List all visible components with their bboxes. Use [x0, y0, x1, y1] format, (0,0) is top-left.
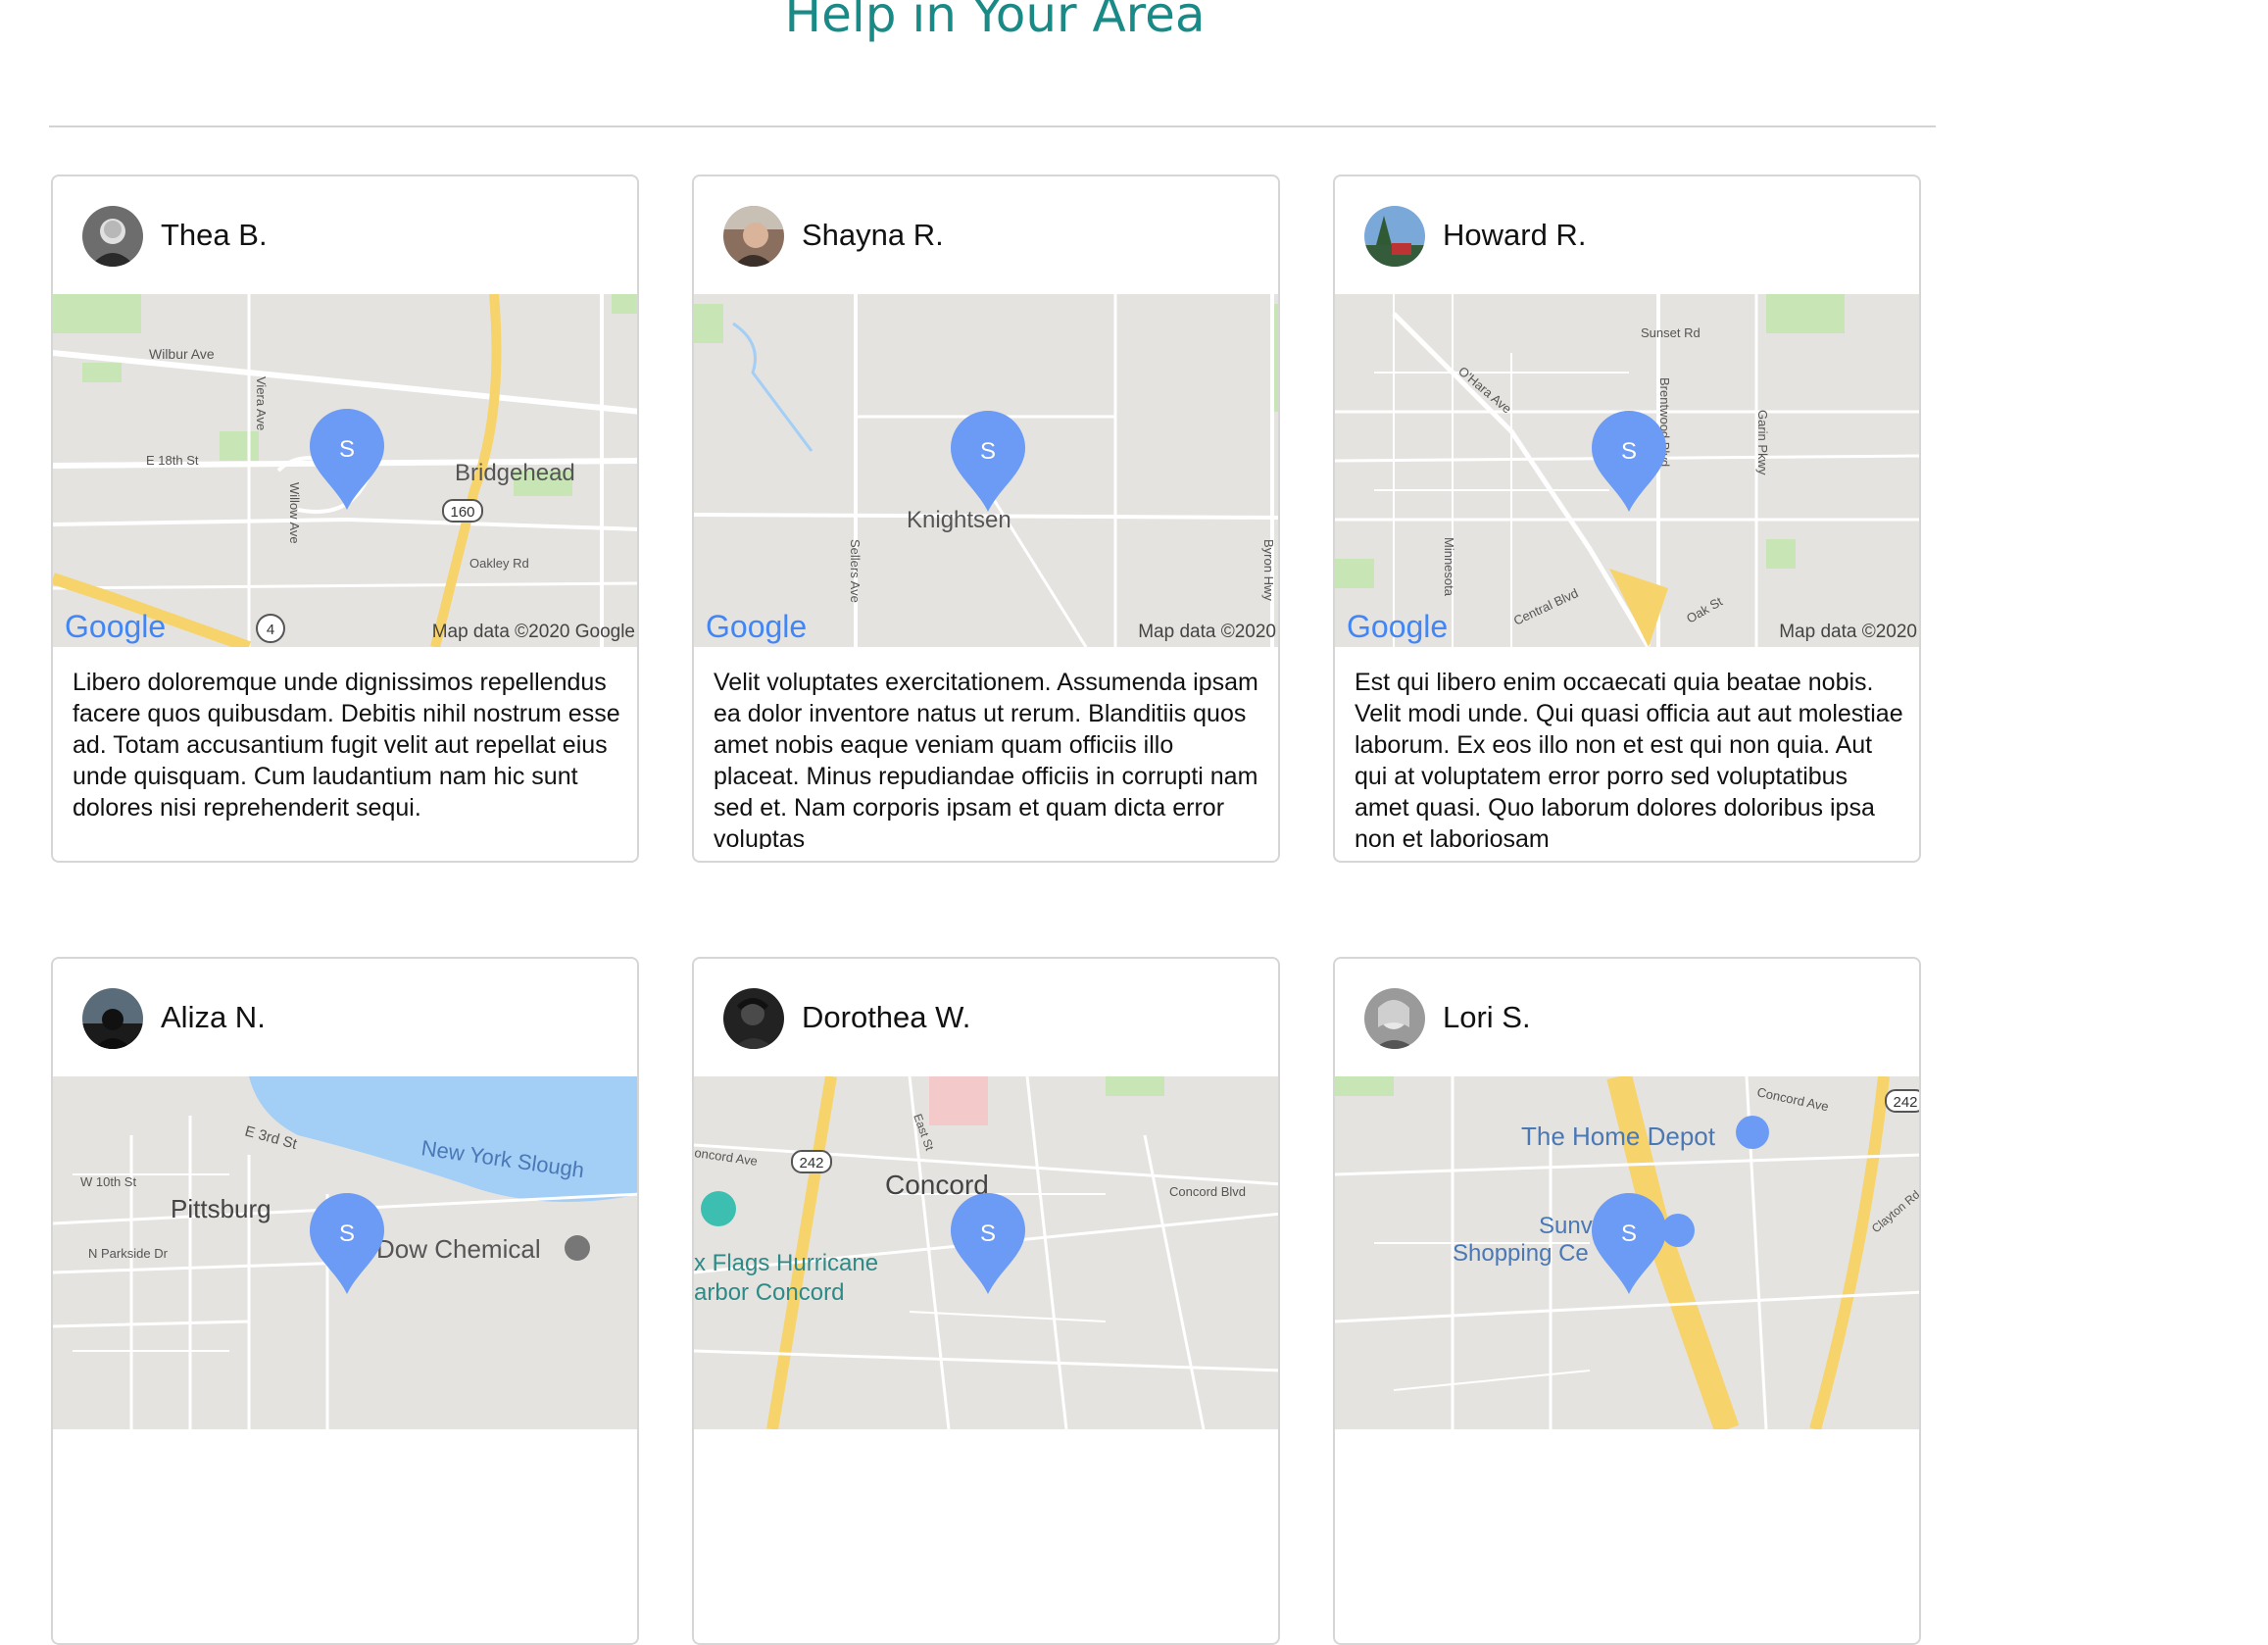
google-logo: Google	[65, 609, 166, 644]
helper-name[interactable]: Shayna R.	[802, 218, 944, 253]
svg-text:242: 242	[799, 1155, 823, 1171]
map-preview[interactable]: Knightsen Sellers Ave Byron Hwy S Google…	[694, 294, 1278, 647]
svg-text:Willow Ave: Willow Ave	[287, 482, 302, 544]
svg-text:Shopping Ce: Shopping Ce	[1453, 1240, 1589, 1267]
avatar[interactable]	[723, 988, 784, 1049]
card-description	[1355, 1449, 1903, 1631]
card-description	[714, 1449, 1262, 1631]
map-preview[interactable]: Sunset Rd O'Hara Ave Brentwood Blvd Gari…	[1335, 294, 1919, 647]
card-description: Velit voluptates exercitationem. Assumen…	[714, 669, 1258, 849]
page-title: Help in Your Area	[784, 0, 1206, 43]
svg-text:160: 160	[450, 504, 474, 521]
svg-text:Garin Pkwy: Garin Pkwy	[1755, 410, 1770, 475]
helper-card[interactable]: Lori S. Concord Ave 242 The Home Depot S…	[1333, 957, 1921, 1645]
avatar[interactable]	[723, 206, 784, 267]
helper-name[interactable]: Aliza N.	[161, 1000, 266, 1035]
avatar[interactable]	[1364, 206, 1425, 267]
svg-text:S: S	[980, 1221, 996, 1247]
helper-name[interactable]: Lori S.	[1443, 1000, 1531, 1035]
park-area	[53, 294, 141, 333]
card-header: Thea B.	[53, 176, 637, 294]
helper-name[interactable]: Howard R.	[1443, 218, 1586, 253]
svg-text:Concord Blvd: Concord Blvd	[1169, 1184, 1246, 1199]
svg-text:S: S	[339, 436, 355, 463]
card-header: Lori S.	[1335, 959, 1919, 1076]
avatar[interactable]	[82, 988, 143, 1049]
svg-text:Sellers Ave: Sellers Ave	[848, 539, 863, 603]
svg-text:N Parkside Dr: N Parkside Dr	[88, 1246, 169, 1261]
avatar[interactable]	[1364, 988, 1425, 1049]
svg-text:arbor Concord: arbor Concord	[694, 1279, 844, 1306]
card-description: Libero doloremque unde dignissimos repel…	[73, 669, 620, 822]
card-header: Aliza N.	[53, 959, 637, 1076]
svg-text:Dow Chemical: Dow Chemical	[376, 1234, 541, 1264]
title-divider	[49, 125, 1936, 127]
map-attribution: Map data ©2020	[1138, 622, 1276, 642]
svg-text:Minnesota: Minnesota	[1442, 537, 1456, 597]
svg-text:Viera Ave: Viera Ave	[254, 376, 269, 430]
helper-card[interactable]: Howard R. Sunset Rd O'Hara Ave Brentwood…	[1333, 174, 1921, 863]
svg-text:x Flags Hurricane: x Flags Hurricane	[694, 1250, 878, 1276]
svg-text:Pittsburg: Pittsburg	[171, 1194, 271, 1223]
svg-text:E 18th St: E 18th St	[146, 453, 199, 468]
svg-text:S: S	[339, 1221, 355, 1247]
helper-name[interactable]: Thea B.	[161, 218, 268, 253]
svg-text:S: S	[1621, 438, 1637, 465]
map-preview[interactable]: East St oncord Ave 242 Concord Concord B…	[694, 1076, 1278, 1429]
helper-card[interactable]: Thea B. Wilbur Ave Viera Ave E 18th St B…	[51, 174, 639, 863]
card-header: Howard R.	[1335, 176, 1919, 294]
map-preview[interactable]: E 3rd St New York Slough W 10th St Pitts…	[53, 1076, 637, 1429]
map-label: Wilbur Ave	[149, 346, 215, 362]
helper-name[interactable]: Dorothea W.	[802, 1000, 970, 1035]
svg-text:Knightsen: Knightsen	[907, 507, 1011, 533]
svg-text:Sunset Rd: Sunset Rd	[1641, 325, 1701, 340]
map-attribution: Map data ©2020	[1779, 622, 1917, 642]
avatar[interactable]	[82, 206, 143, 267]
svg-text:242: 242	[1893, 1094, 1917, 1111]
map-preview[interactable]: Wilbur Ave Viera Ave E 18th St Bridgehea…	[53, 294, 637, 647]
svg-text:Bridgehead: Bridgehead	[455, 460, 575, 486]
svg-text:Oakley Rd: Oakley Rd	[469, 556, 529, 571]
helper-card[interactable]: Aliza N. E 3rd St New York Slough W 10th…	[51, 957, 639, 1645]
svg-text:S: S	[980, 438, 996, 465]
svg-text:Concord: Concord	[885, 1170, 989, 1200]
card-description: Est qui libero enim occaecati quia beata…	[1355, 669, 1903, 849]
svg-text:The Home Depot: The Home Depot	[1521, 1122, 1716, 1151]
card-description	[73, 1449, 621, 1631]
helper-card[interactable]: Dorothea W. East St oncord Ave 242 Conco…	[692, 957, 1280, 1645]
svg-text:W 10th St: W 10th St	[80, 1174, 136, 1189]
card-header: Shayna R.	[694, 176, 1278, 294]
google-logo: Google	[706, 609, 807, 644]
map-preview[interactable]: Concord Ave 242 The Home Depot Sunvalley…	[1335, 1076, 1919, 1429]
map-attribution: Map data ©2020 Google	[432, 622, 635, 642]
card-header: Dorothea W.	[694, 959, 1278, 1076]
google-logo: Google	[1347, 609, 1448, 644]
svg-text:Byron Hwy: Byron Hwy	[1261, 539, 1276, 601]
helper-card[interactable]: Shayna R. Knightsen Sellers Ave Byron Hw…	[692, 174, 1280, 863]
svg-text:S: S	[1621, 1221, 1637, 1247]
svg-text:4: 4	[267, 622, 274, 638]
